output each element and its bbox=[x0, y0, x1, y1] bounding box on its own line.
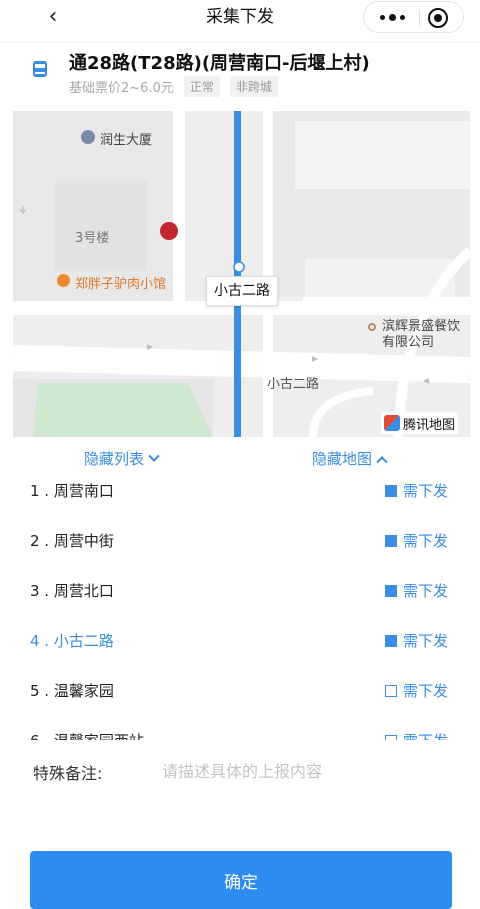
list-item[interactable]: 2 . 周营中街 需下发 bbox=[0, 522, 480, 562]
more-icon[interactable] bbox=[372, 2, 412, 32]
checkbox-unchecked-icon bbox=[385, 684, 397, 697]
list-item[interactable]: 1 . 周营南口 需下发 bbox=[0, 472, 480, 512]
list-item[interactable]: 6 . 温馨家园西站 需下发 bbox=[0, 722, 480, 740]
issue-checkbox[interactable]: 需下发 bbox=[385, 480, 448, 501]
map-label-building1: 润生大厦 bbox=[100, 133, 153, 148]
city-tag: 非跨城 bbox=[229, 76, 278, 97]
hide-map-button[interactable]: 隐藏地图 bbox=[312, 446, 388, 472]
stop-name: 1 . 周营南口 bbox=[30, 482, 114, 500]
issue-label: 需下发 bbox=[403, 682, 449, 700]
map-logo: 腾讯地图 bbox=[381, 412, 459, 434]
checkbox-checked-icon bbox=[385, 484, 397, 497]
route-name: 通28路(T28路)(周营南口-后堰上村) bbox=[69, 53, 370, 74]
confirm-button[interactable]: 确定 bbox=[30, 851, 452, 909]
checkbox-checked-icon bbox=[385, 634, 397, 647]
building-poi-icon bbox=[81, 130, 95, 144]
issue-label: 需下发 bbox=[403, 730, 448, 740]
hide-map-label: 隐藏地图 bbox=[312, 450, 373, 468]
issue-label: 需下发 bbox=[403, 632, 449, 650]
status-tag: 正常 bbox=[183, 76, 220, 97]
route-header: 通28路(T28路)(周营南口-后堰上村) 基础票价2~6.0元 正常 非跨城 bbox=[0, 42, 480, 108]
checkbox-checked-icon bbox=[385, 584, 397, 597]
list-item-active[interactable]: 4 . 小古二路 需下发 bbox=[0, 622, 480, 662]
list-item[interactable]: 3 . 周营北口 需下发 bbox=[0, 572, 480, 612]
stop-name: 4 . 小古二路 bbox=[30, 632, 114, 650]
stop-name: 2 . 周营中街 bbox=[30, 532, 114, 550]
map-logo-icon bbox=[384, 415, 400, 431]
mini-program-capsule bbox=[363, 1, 464, 33]
checkbox-checked-icon bbox=[385, 534, 397, 547]
issue-checkbox[interactable]: 需下发 bbox=[385, 730, 448, 740]
capsule-divider bbox=[419, 10, 420, 26]
map-logo-text: 腾讯地图 bbox=[403, 417, 456, 433]
hide-list-button[interactable]: 隐藏列表 bbox=[84, 446, 160, 472]
map-label-building2: 3号楼 bbox=[75, 231, 110, 246]
stop-list[interactable]: 1 . 周营南口 需下发 2 . 周营中街 需下发 3 . 周营北口 需下发 4… bbox=[0, 472, 480, 740]
map-label-restaurant2-line2: 有限公司 bbox=[382, 335, 435, 350]
chevron-down-icon bbox=[148, 450, 160, 462]
chevron-up-icon bbox=[376, 456, 388, 468]
stop-name: 5 . 温馨家园 bbox=[30, 682, 114, 700]
issue-checkbox[interactable]: 需下发 bbox=[385, 630, 448, 651]
restaurant2-poi-icon bbox=[368, 323, 376, 331]
remark-label: 特殊备注: bbox=[33, 764, 103, 783]
nav-bar: ‹ 采集下发 bbox=[0, 0, 480, 36]
list-item[interactable]: 5 . 温馨家园 需下发 bbox=[0, 672, 480, 712]
checkbox-unchecked-icon bbox=[385, 734, 397, 740]
bus-stop-icon bbox=[33, 61, 47, 77]
issue-label: 需下发 bbox=[403, 482, 449, 500]
remark-input[interactable] bbox=[152, 754, 452, 788]
stop-name: 6 . 温馨家园西站 bbox=[30, 730, 144, 740]
issue-label: 需下发 bbox=[403, 582, 449, 600]
map-label-road: 小古二路 bbox=[267, 377, 320, 392]
station-marker[interactable]: 小古二路 bbox=[206, 276, 278, 306]
restaurant-poi-icon bbox=[57, 274, 70, 287]
route-price: 基础票价2~6.0元 bbox=[69, 81, 174, 96]
view-toggles: 隐藏列表 隐藏地图 bbox=[0, 446, 480, 472]
map-label-restaurant: 郑胖子驴肉小馆 bbox=[75, 277, 167, 292]
fastfood-poi-icon bbox=[160, 222, 178, 240]
issue-checkbox[interactable]: 需下发 bbox=[385, 580, 448, 601]
issue-checkbox[interactable]: 需下发 bbox=[385, 680, 448, 701]
route-meta: 基础票价2~6.0元 正常 非跨城 bbox=[69, 76, 278, 97]
close-target-icon[interactable] bbox=[428, 8, 448, 28]
stop-name: 3 . 周营北口 bbox=[30, 582, 114, 600]
map-view[interactable]: 润生大厦 3号楼 郑胖子驴肉小馆 小古二路 滨辉景盛餐饮 有限公司 小古二路 腾… bbox=[13, 111, 470, 437]
issue-label: 需下发 bbox=[403, 532, 449, 550]
issue-checkbox[interactable]: 需下发 bbox=[385, 530, 448, 551]
hide-list-label: 隐藏列表 bbox=[84, 450, 145, 468]
